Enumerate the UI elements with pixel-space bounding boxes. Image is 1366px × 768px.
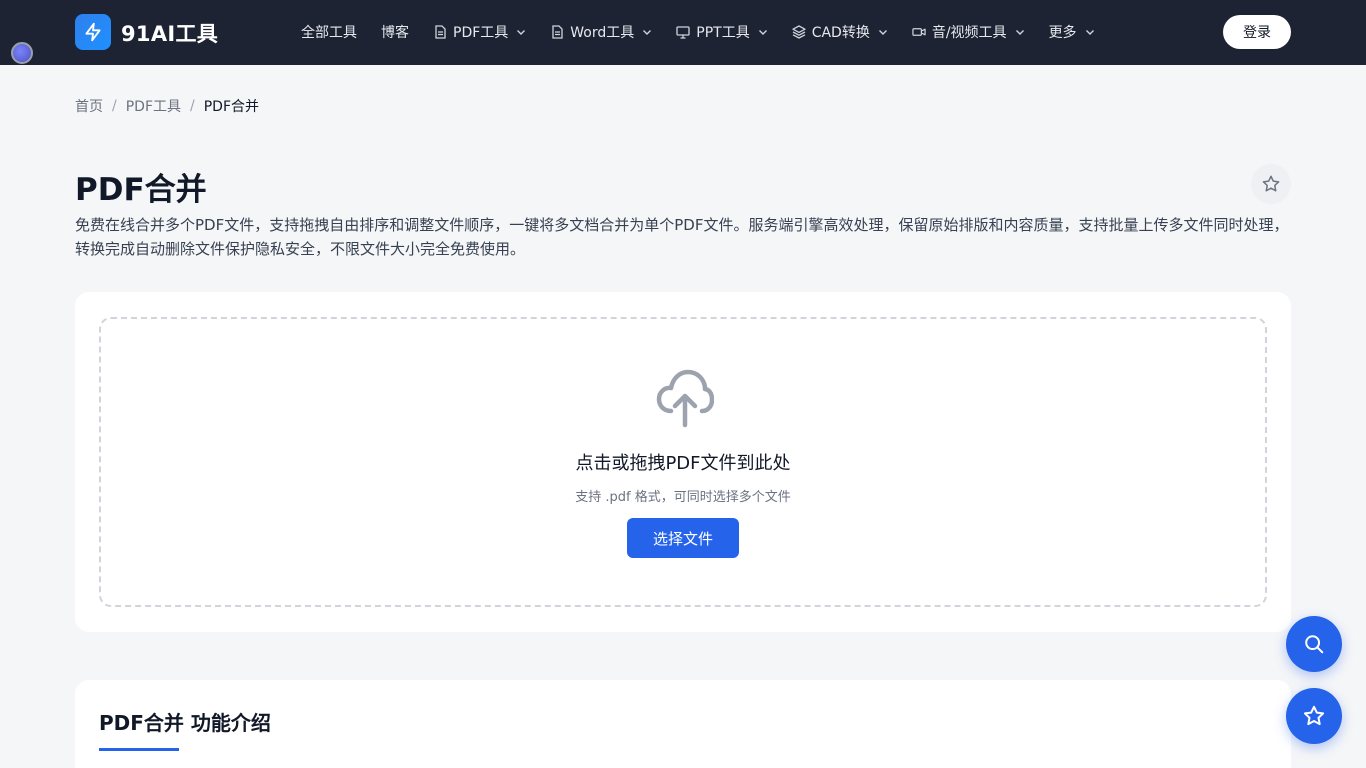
chevron-down-icon: [878, 27, 888, 37]
nav-item-label: PDF工具: [453, 25, 509, 41]
layers-icon: [792, 25, 806, 39]
main-nav: 全部工具 博客 PDF工具 Word工具 PPT工具 CAD转换 音/视频工具 …: [301, 21, 1119, 43]
breadcrumb-pdf-tools[interactable]: PDF工具: [126, 96, 181, 116]
chevron-down-icon: [516, 27, 526, 37]
chevron-down-icon: [758, 27, 768, 37]
intro-title: PDF合并 功能介绍: [99, 711, 271, 735]
chevron-down-icon: [1015, 27, 1025, 37]
choose-file-button[interactable]: 选择文件: [627, 518, 739, 558]
nav-item-more[interactable]: 更多: [1049, 22, 1095, 42]
nav-item-label: CAD转换: [811, 25, 870, 41]
top-navbar: 91AI工具 全部工具 博客 PDF工具 Word工具 PPT工具 CAD转换 …: [0, 0, 1366, 65]
nav-item-blog[interactable]: 博客: [381, 22, 409, 42]
nav-item-label: 全部工具: [301, 25, 357, 41]
breadcrumb-separator: /: [190, 98, 195, 114]
favorite-button[interactable]: [1251, 164, 1291, 204]
dropzone-title: 点击或拖拽PDF文件到此处: [575, 453, 791, 474]
nav-item-label: 音/视频工具: [931, 25, 1007, 41]
search-icon: [1305, 635, 1324, 654]
upload-card: 点击或拖拽PDF文件到此处 支持 .pdf 格式，可同时选择多个文件 选择文件: [75, 292, 1291, 632]
feature-intro-card: PDF合并 功能介绍: [75, 680, 1291, 768]
extension-avatar-icon[interactable]: [11, 42, 33, 64]
chevron-down-icon: [642, 27, 652, 37]
nav-item-label: Word工具: [570, 25, 635, 41]
star-icon: [1303, 705, 1325, 726]
brand-name[interactable]: 91AI工具: [121, 18, 218, 48]
nav-item-all-tools[interactable]: 全部工具: [301, 22, 357, 42]
file-icon: [550, 25, 564, 39]
login-button[interactable]: 登录: [1223, 15, 1291, 49]
chevron-down-icon: [1085, 27, 1095, 37]
star-icon: [1262, 175, 1280, 192]
video-icon: [912, 25, 926, 39]
page-description: 免费在线合并多个PDF文件，支持拖拽自由排序和调整文件顺序，一键将多文档合并为单…: [75, 216, 1289, 258]
nav-item-audio-video-tools[interactable]: 音/视频工具: [912, 22, 1025, 42]
intro-title-underline: [99, 748, 179, 751]
nav-item-ppt-tools[interactable]: PPT工具: [676, 22, 767, 42]
lightning-icon[interactable]: [75, 14, 111, 50]
nav-item-label: 更多: [1048, 25, 1077, 41]
breadcrumb-home[interactable]: 首页: [75, 96, 103, 116]
breadcrumb-separator: /: [112, 98, 117, 114]
page-title: PDF合并: [75, 172, 207, 208]
file-icon: [433, 25, 447, 39]
floating-favorite-button[interactable]: [1286, 688, 1342, 744]
presentation-icon: [676, 25, 690, 39]
dropzone-subtitle: 支持 .pdf 格式，可同时选择多个文件: [575, 490, 791, 505]
nav-item-pdf-tools[interactable]: PDF工具: [433, 22, 526, 42]
breadcrumb-current: PDF合并: [203, 99, 259, 115]
floating-search-button[interactable]: [1286, 616, 1342, 672]
nav-item-word-tools[interactable]: Word工具: [550, 22, 652, 42]
nav-item-label: PPT工具: [696, 25, 750, 41]
cloud-upload-icon: [656, 369, 714, 428]
nav-item-label: 博客: [381, 25, 409, 41]
file-dropzone[interactable]: 点击或拖拽PDF文件到此处 支持 .pdf 格式，可同时选择多个文件 选择文件: [99, 317, 1267, 607]
breadcrumb: 首页 / PDF工具 / PDF合并: [75, 96, 259, 116]
nav-item-cad-convert[interactable]: CAD转换: [792, 22, 888, 42]
